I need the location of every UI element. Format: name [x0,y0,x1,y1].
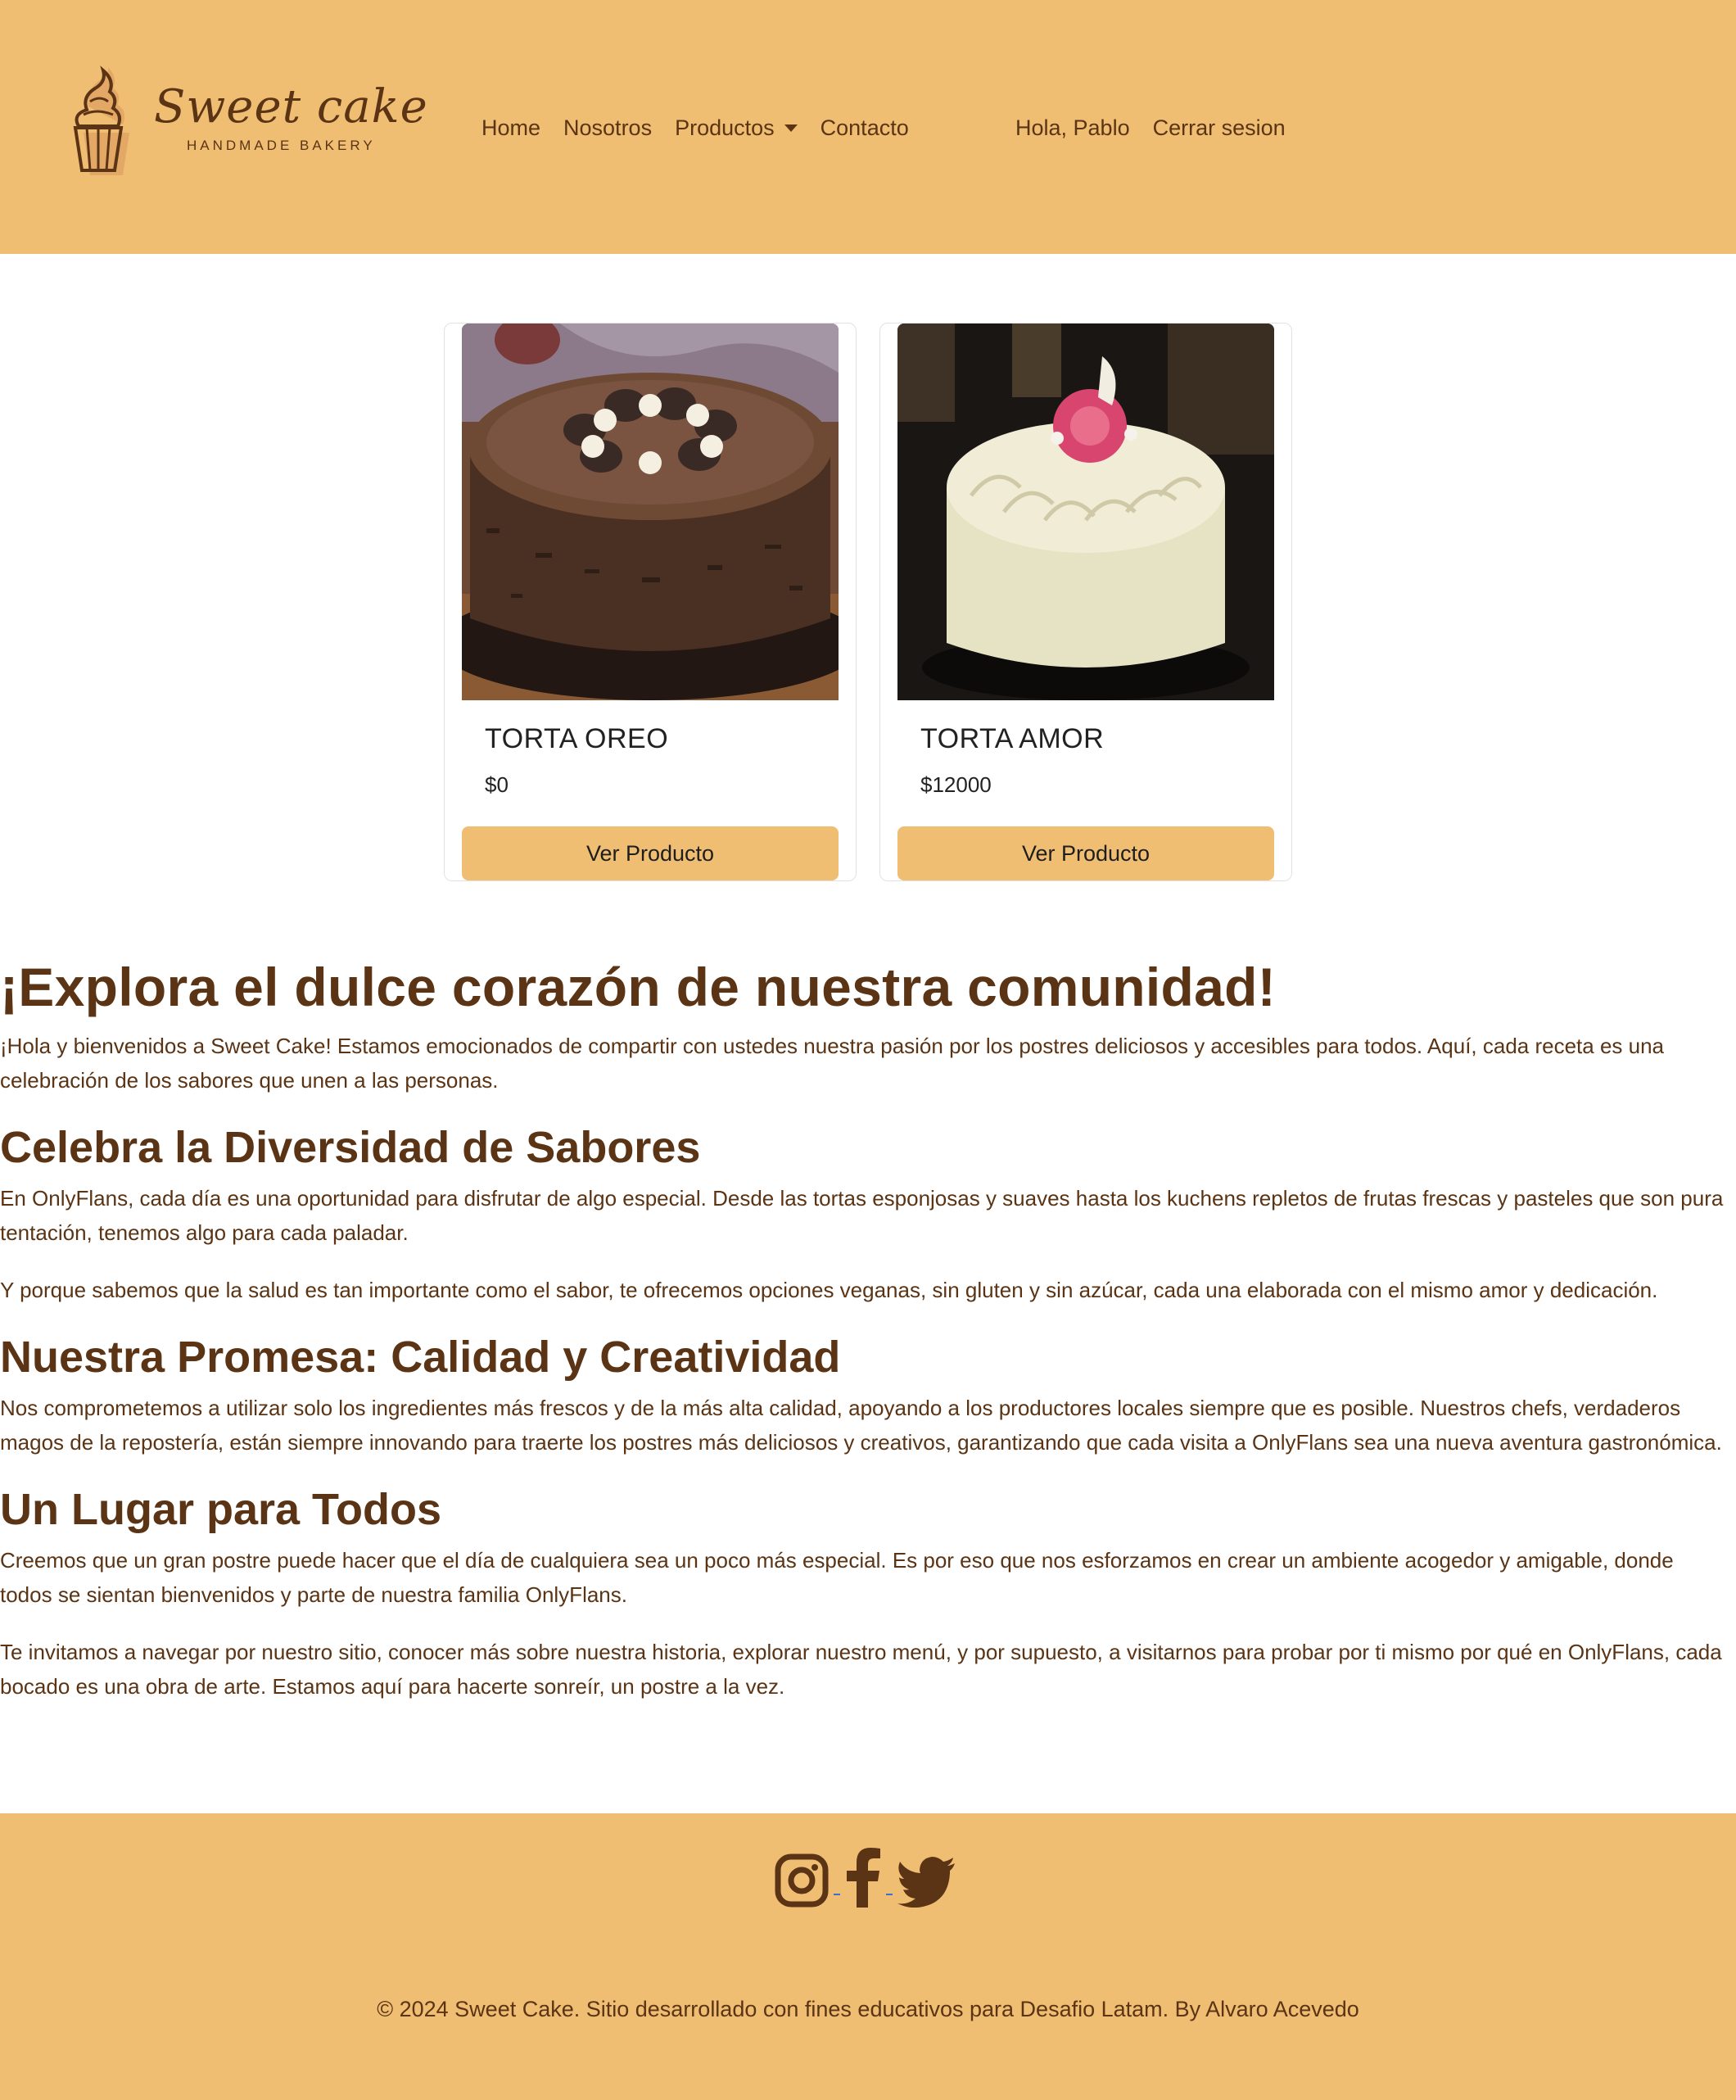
sweet-cake-logo[interactable]: Sweet cake HANDMADE BAKERY [70,64,427,187]
logo-script-text: Sweet cake [154,80,428,134]
intro-paragraph: ¡Hola y bienvenidos a Sweet Cake! Estamo… [0,1034,1665,1093]
user-nav: Hola, Pablo Cerrar sesion [1015,111,1309,144]
social-links [775,1846,956,1912]
cupcake-icon [73,66,129,175]
section-paragraph: En OnlyFlans, cada día es una oportunida… [0,1186,1724,1245]
nav-productos-dropdown[interactable]: Productos [675,115,798,141]
section-paragraph: Te invitamos a navegar por nuestro sitio… [0,1640,1722,1699]
twitter-icon[interactable] [897,1857,956,1912]
nav-productos-label: Productos [675,115,775,140]
ver-producto-button[interactable]: Ver Producto [462,826,839,880]
user-greeting[interactable]: Hola, Pablo [1015,115,1130,141]
instagram-icon[interactable] [775,1853,829,1912]
ver-producto-button[interactable]: Ver Producto [897,826,1274,880]
product-price: $12000 [920,772,992,797]
product-name: TORTA AMOR [920,723,1105,754]
section-paragraph: Y porque sabemos que la salud es tan imp… [0,1278,1658,1302]
main-nav: Home Nosotros Productos Contacto [481,111,932,144]
link-underline [834,1894,840,1895]
caret-down-icon [784,124,798,132]
section-heading: Nuestra Promesa: Calidad y Creatividad [0,1333,841,1382]
section-heading: Un Lugar para Todos [0,1485,442,1534]
section-paragraph: Nos comprometemos a utilizar solo los in… [0,1396,1722,1455]
logout-link[interactable]: Cerrar sesion [1153,115,1286,141]
nav-home[interactable]: Home [481,115,540,141]
site-header: Sweet cake HANDMADE BAKERY Home Nosotros… [0,0,1736,254]
product-image-oreo-cake[interactable] [462,324,839,700]
product-card: TORTA AMOR $12000 Ver Producto [879,323,1292,881]
link-underline [886,1894,893,1895]
logo-subtitle: HANDMADE BAKERY [187,138,376,153]
copyright-text: © 2024 Sweet Cake. Sitio desarrollado co… [377,1997,1359,2021]
facebook-icon[interactable] [845,1847,881,1912]
section-paragraph: Creemos que un gran postre puede hacer q… [0,1548,1674,1607]
section-heading: Celebra la Diversidad de Sabores [0,1123,701,1172]
page-title: ¡Explora el dulce corazón de nuestra com… [0,957,1277,1017]
about-content: ¡Explora el dulce corazón de nuestra com… [0,950,1728,1704]
product-card: TORTA OREO $0 Ver Producto [444,323,857,881]
product-price: $0 [485,772,509,797]
nav-contacto[interactable]: Contacto [821,115,909,141]
site-footer: © 2024 Sweet Cake. Sitio desarrollado co… [0,1813,1736,2100]
product-name: TORTA OREO [485,723,669,754]
nav-nosotros[interactable]: Nosotros [563,115,652,141]
product-image-amor-cake[interactable] [897,324,1274,700]
